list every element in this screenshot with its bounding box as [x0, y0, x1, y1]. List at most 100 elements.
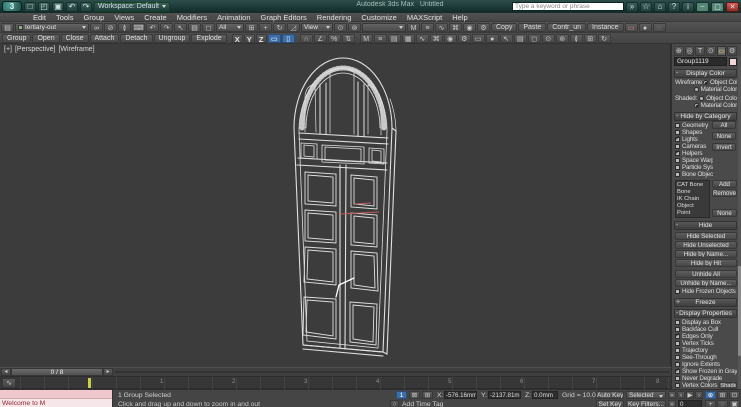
spinner-snap-icon[interactable]: ⇅: [342, 34, 355, 43]
render-production-icon[interactable]: ●: [639, 23, 652, 32]
group-button[interactable]: Group: [2, 34, 31, 43]
category-geometry[interactable]: Geometry: [675, 122, 713, 129]
zoom-extents-icon[interactable]: ⊡: [729, 391, 740, 399]
curve-editor-icon[interactable]: ∿: [435, 23, 448, 32]
next-frame-icon[interactable]: ›: [695, 391, 703, 399]
render-iterative-icon[interactable]: ◌: [653, 23, 666, 32]
tab-modify[interactable]: ◎: [685, 46, 695, 56]
play-icon[interactable]: ▶: [686, 391, 694, 399]
mini-curve-editor-icon[interactable]: ∿: [2, 378, 16, 388]
zoom-all-icon[interactable]: ⊞: [717, 391, 728, 399]
list-item[interactable]: Bone: [677, 189, 708, 196]
percent-snap-icon[interactable]: %: [328, 34, 341, 43]
zoom-tool-icon[interactable]: ⊕: [705, 391, 716, 399]
add-time-tag[interactable]: Add Time Tag: [402, 401, 443, 407]
time-slider-track[interactable]: [115, 371, 670, 373]
crossing-icon[interactable]: ⊞: [584, 34, 597, 43]
prev-frame-arrow[interactable]: ◂: [1, 368, 11, 376]
new-scene-icon[interactable]: □: [24, 2, 36, 12]
material-editor-icon[interactable]: ◉: [463, 23, 476, 32]
hide-frozen-objects-checkbox[interactable]: Hide Frozen Objects: [675, 288, 737, 295]
window-crossing-icon[interactable]: ⊞: [245, 23, 258, 32]
open-button[interactable]: Open: [32, 34, 59, 43]
remove-button[interactable]: Remove: [712, 189, 737, 197]
axis-constraint-xy-toggle[interactable]: ▭: [268, 34, 281, 43]
select-and-link-icon[interactable]: ∞: [90, 23, 103, 32]
viewport-shading-menu[interactable]: [Wireframe]: [58, 46, 94, 53]
named-selection-sets-combo[interactable]: [362, 23, 406, 32]
hide-by-category-header[interactable]: - Hide by Category: [674, 112, 737, 121]
use-pivot-icon[interactable]: ⊙: [334, 23, 347, 32]
menu-modifiers[interactable]: Modifiers: [172, 13, 212, 22]
freeze-header[interactable]: + Freeze: [674, 298, 737, 307]
align-icon[interactable]: ≡: [374, 34, 387, 43]
render-setup-icon[interactable]: ⚙: [458, 34, 471, 43]
time-tag-icon[interactable]: ○: [390, 400, 399, 407]
tab-display[interactable]: ▭: [717, 46, 727, 56]
selection-lock-toggle[interactable]: 1: [396, 391, 407, 399]
redo-icon[interactable]: ↷: [80, 2, 92, 12]
snap-toggle-icon[interactable]: ∩: [300, 34, 313, 43]
region-icon[interactable]: ◻: [528, 34, 541, 43]
menu-customize[interactable]: Customize: [356, 13, 401, 22]
detach-button[interactable]: Detach: [120, 34, 152, 43]
pan-tool-icon[interactable]: +: [705, 400, 716, 407]
category-exclusion-list[interactable]: CAT Bone Bone IK Chain Object Point: [675, 180, 710, 218]
save-file-icon[interactable]: ▣: [52, 2, 64, 12]
axis-y-toggle[interactable]: Y: [244, 34, 255, 43]
minimize-button[interactable]: –: [696, 2, 709, 12]
select-rotate-icon[interactable]: ↻: [273, 23, 286, 32]
menu-help[interactable]: Help: [447, 13, 472, 22]
prop-see-through[interactable]: See-Through: [675, 354, 737, 361]
prop-ignore-extents[interactable]: Ignore Extents: [675, 361, 737, 368]
reference-coordinate-combo[interactable]: View: [301, 23, 333, 32]
maximize-button[interactable]: ▢: [711, 2, 724, 12]
attach-button[interactable]: Attach: [90, 34, 120, 43]
copy-button[interactable]: Copy: [491, 23, 517, 32]
ungroup-button[interactable]: Ungroup: [154, 34, 191, 43]
prop-show-frozen-in-gray[interactable]: Show Frozen in Gray: [675, 368, 737, 375]
prop-edges-only[interactable]: Edges Only: [675, 333, 737, 340]
open-file-icon[interactable]: ◰: [38, 2, 50, 12]
instance-button[interactable]: Instance: [587, 23, 623, 32]
align-icon[interactable]: ≡: [421, 23, 434, 32]
bind-icon[interactable]: ≬: [570, 34, 583, 43]
mirror-icon[interactable]: M: [407, 23, 420, 32]
wireframe-material-color-radio[interactable]: [694, 87, 699, 92]
prev-frame-icon[interactable]: ‹: [677, 391, 685, 399]
add-button[interactable]: Add: [712, 180, 737, 188]
menu-maxscript[interactable]: MAXScript: [402, 13, 447, 22]
ribbon-toggle-icon[interactable]: ▦: [402, 34, 415, 43]
home-icon[interactable]: ⌂: [654, 2, 666, 12]
list-none-button[interactable]: None: [712, 209, 737, 217]
all-button[interactable]: All: [712, 121, 736, 129]
axis-z-toggle[interactable]: Z: [256, 34, 267, 43]
macro-recorder-line[interactable]: [0, 390, 112, 399]
category-cameras[interactable]: Cameras: [675, 143, 713, 150]
render-setup-icon[interactable]: ⚙: [477, 23, 490, 32]
key-filters-button[interactable]: Key Filters...: [626, 400, 666, 407]
unlink-selection-icon[interactable]: ⊘: [104, 23, 117, 32]
maximize-viewport-icon[interactable]: ▣: [729, 400, 740, 407]
viewport-general-menu[interactable]: [+]: [4, 46, 12, 53]
redo-icon[interactable]: ↷: [160, 23, 173, 32]
application-menu-button[interactable]: 3: [2, 1, 22, 12]
rendered-frame-icon[interactable]: ▭: [472, 34, 485, 43]
list-item[interactable]: IK Chain Object: [677, 196, 708, 210]
viewport-pov-menu[interactable]: [Perspective]: [15, 46, 55, 53]
select-scale-icon[interactable]: ◿: [287, 23, 300, 32]
category-lights[interactable]: Lights: [675, 136, 713, 143]
track-bar[interactable]: ∿ 1 2 3 4 5 6 7 8: [0, 377, 671, 389]
prop-backface-cull[interactable]: Backface Cull: [675, 326, 737, 333]
rotate-icon[interactable]: ↻: [598, 34, 611, 43]
prop-trajectory[interactable]: Trajectory: [675, 347, 737, 354]
curve-editor-icon[interactable]: ∿: [416, 34, 429, 43]
render-production-icon[interactable]: ●: [486, 34, 499, 43]
set-key-button[interactable]: Set Key: [596, 400, 624, 407]
menu-views[interactable]: Views: [109, 13, 139, 22]
lock-icon[interactable]: ⊠: [409, 391, 420, 399]
object-name-field[interactable]: Group1119: [674, 57, 727, 66]
select-object-icon[interactable]: ↖: [174, 23, 187, 32]
schematic-view-icon[interactable]: ⌘: [430, 34, 443, 43]
none-button[interactable]: None: [712, 132, 736, 140]
